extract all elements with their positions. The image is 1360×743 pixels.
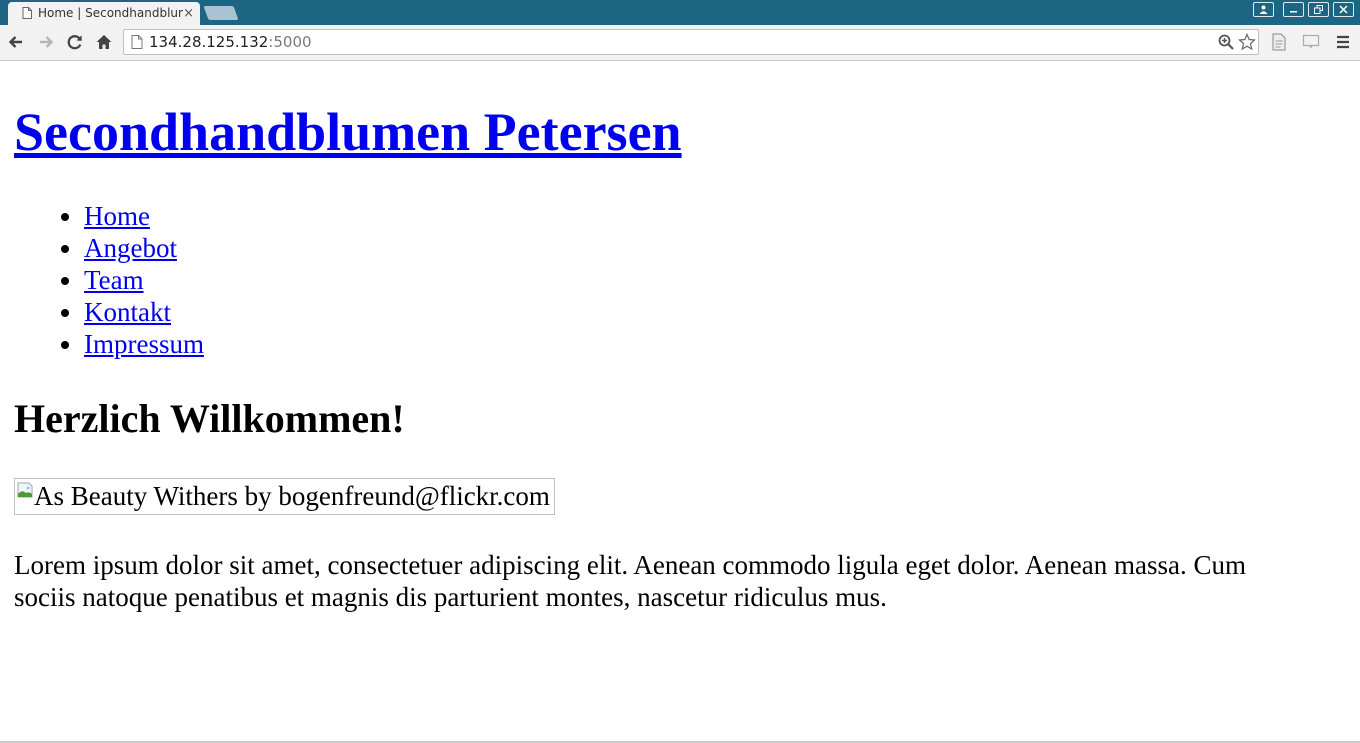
close-window-button[interactable] [1333,2,1354,17]
image-alt-text: As Beauty Withers by bogenfreund@flickr.… [34,481,550,511]
page-content: Secondhandblumen Petersen Home Angebot T… [0,61,1360,741]
site-title: Secondhandblumen Petersen [14,101,682,163]
site-title-link[interactable]: Secondhandblumen Petersen [14,102,682,162]
nav-item-home: Home [84,200,204,232]
close-icon [1339,5,1348,14]
minimize-button[interactable] [1283,2,1304,17]
nav-item-impressum: Impressum [84,328,204,360]
tab-close-icon[interactable]: × [183,2,194,25]
intro-paragraph: Lorem ipsum dolor sit amet, consectetuer… [14,550,1246,612]
nav-link-kontakt[interactable]: Kontakt [84,297,171,327]
browser-titlebar: Home | Secondhandblumen Petersen × [0,0,1360,25]
browser-tab-active[interactable]: Home | Secondhandblumen Petersen × [8,2,200,25]
new-tab-button[interactable] [203,6,239,20]
restore-button[interactable] [1308,2,1329,17]
nav-link-angebot[interactable]: Angebot [84,233,177,263]
cast-extension-icon[interactable] [1302,33,1320,51]
url-host: 134.28.125.132 [149,33,269,51]
nav-link-impressum[interactable]: Impressum [84,329,204,359]
nav-item-kontakt: Kontakt [84,296,204,328]
bookmark-star-icon[interactable] [1238,33,1256,51]
home-icon[interactable] [94,32,114,52]
person-icon [1259,5,1268,14]
reload-icon[interactable] [65,32,85,52]
back-arrow-icon[interactable] [6,32,26,52]
address-bar[interactable]: 134.28.125.132:5000 [123,29,1259,55]
zoom-icon[interactable] [1217,33,1235,51]
document-extension-icon[interactable] [1270,33,1288,51]
menu-icon[interactable] [1334,33,1352,51]
profile-button[interactable] [1253,2,1274,17]
nav-item-angebot: Angebot [84,232,204,264]
broken-image-icon [17,482,33,498]
tab-title: Home | Secondhandblumen Petersen [38,6,183,20]
restore-icon [1314,5,1323,14]
url-text: 134.28.125.132:5000 [149,30,312,54]
broken-image: As Beauty Withers by bogenfreund@flickr.… [14,478,555,515]
forward-arrow-icon[interactable] [36,32,56,52]
main-navigation: Home Angebot Team Kontakt Impressum [14,200,204,360]
url-port: :5000 [268,33,312,51]
browser-toolbar: 134.28.125.132:5000 [0,25,1360,61]
page-info-icon[interactable] [128,33,146,51]
nav-link-home[interactable]: Home [84,201,150,231]
minimize-icon [1290,11,1297,13]
welcome-heading: Herzlich Willkommen! [14,396,405,441]
nav-item-team: Team [84,264,204,296]
nav-link-team[interactable]: Team [84,265,144,295]
page-icon [22,7,32,19]
